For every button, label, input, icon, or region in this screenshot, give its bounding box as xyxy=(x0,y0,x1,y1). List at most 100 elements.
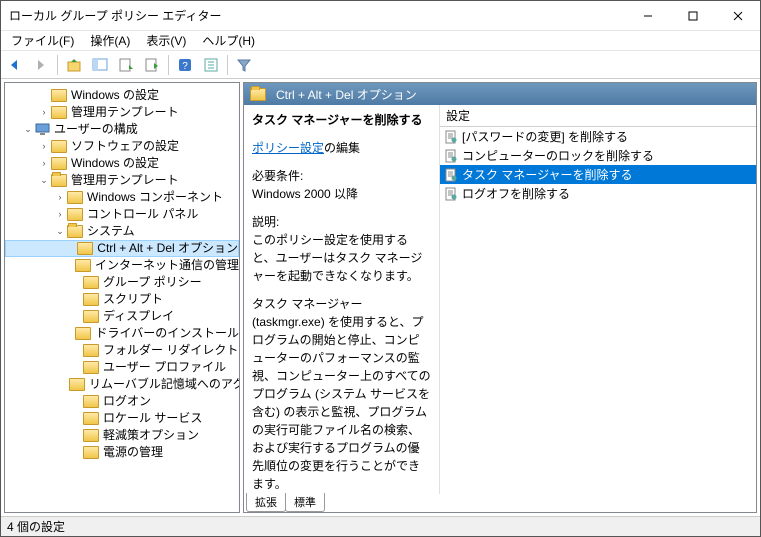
folder-icon xyxy=(83,429,99,442)
settings-row-label: コンピューターのロックを削除する xyxy=(462,147,654,164)
close-button[interactable] xyxy=(715,1,760,30)
policy-icon xyxy=(444,168,458,182)
tree-item-label: ディスプレイ xyxy=(103,308,174,325)
tree-item[interactable]: スクリプト xyxy=(5,291,239,308)
tree-item[interactable]: ›コントロール パネル xyxy=(5,206,239,223)
toolbar: ? xyxy=(1,51,760,79)
description-panel: タスク マネージャーを削除する ポリシー設定の編集 必要条件:Windows 2… xyxy=(244,105,440,494)
tree-item[interactable]: › 管理用テンプレート xyxy=(5,104,239,121)
expand-icon[interactable]: › xyxy=(53,206,67,223)
tree-item-label: Windows の設定 xyxy=(71,87,159,104)
tab-extended[interactable]: 拡張 xyxy=(246,493,286,512)
tree-item[interactable]: インターネット通信の管理 xyxy=(5,257,239,274)
policy-icon xyxy=(444,187,458,201)
tree-item-label: リムーバブル記憶域へのアク xyxy=(89,376,240,393)
toolbar-separator xyxy=(168,55,169,75)
folder-icon xyxy=(83,344,99,357)
selected-policy-title: タスク マネージャーを削除する xyxy=(252,111,431,129)
collapse-icon[interactable]: ⌄ xyxy=(21,121,35,138)
folder-icon xyxy=(83,276,99,289)
show-hide-tree-button[interactable] xyxy=(88,53,112,77)
tree-item[interactable]: グループ ポリシー xyxy=(5,274,239,291)
tree-item[interactable]: ロケール サービス xyxy=(5,410,239,427)
tree-item[interactable]: Ctrl + Alt + Del オプション xyxy=(5,240,239,257)
tree-item[interactable]: ディスプレイ xyxy=(5,308,239,325)
menu-view[interactable]: 表示(V) xyxy=(140,30,192,51)
tree-item[interactable]: ›ソフトウェアの設定 xyxy=(5,138,239,155)
filter-button[interactable] xyxy=(232,53,256,77)
help-button[interactable]: ? xyxy=(173,53,197,77)
settings-row[interactable]: タスク マネージャーを削除する xyxy=(440,165,756,184)
tree-item[interactable]: › Windows の設定 xyxy=(5,155,239,172)
tree-item[interactable]: ドライバーのインストール xyxy=(5,325,239,342)
expand-icon[interactable]: › xyxy=(37,138,51,155)
tree-item[interactable]: 軽減策オプション xyxy=(5,427,239,444)
tree-item-label: フォルダー リダイレクト xyxy=(103,342,238,359)
tree-item-label: 管理用テンプレート xyxy=(71,104,179,121)
tree-item-label: Windows コンポーネント xyxy=(87,189,223,206)
view-tabs: 拡張 標準 xyxy=(244,494,756,512)
minimize-button[interactable] xyxy=(625,1,670,30)
tree-item[interactable]: ユーザー プロファイル xyxy=(5,359,239,376)
tree-item-label: ログオン xyxy=(103,393,151,410)
folder-icon xyxy=(83,412,99,425)
tree-item[interactable]: ⌄管理用テンプレート xyxy=(5,172,239,189)
tree-item[interactable]: リムーバブル記憶域へのアク xyxy=(5,376,239,393)
status-text: 4 個の設定 xyxy=(7,518,65,535)
tree-item-label: Ctrl + Alt + Del オプション xyxy=(97,240,238,257)
settings-column-header[interactable]: 設定 xyxy=(440,105,756,127)
toolbar-separator xyxy=(57,55,58,75)
tree-item[interactable]: ⌄システム xyxy=(5,223,239,240)
settings-row[interactable]: ログオフを削除する xyxy=(440,184,756,203)
tab-standard[interactable]: 標準 xyxy=(285,493,325,512)
details-header: Ctrl + Alt + Del オプション xyxy=(244,83,756,105)
explanation-label: 説明: xyxy=(252,215,279,229)
tree-pane[interactable]: Windows の設定›管理用テンプレート⌄ユーザーの構成›ソフトウェアの設定›… xyxy=(4,82,240,513)
expand-icon[interactable]: › xyxy=(53,189,67,206)
edit-policy-link[interactable]: ポリシー設定 xyxy=(252,141,324,155)
folder-icon xyxy=(51,157,67,170)
tree-item-label: グループ ポリシー xyxy=(103,274,202,291)
settings-row[interactable]: [パスワードの変更] を削除する xyxy=(440,127,756,146)
folder-icon xyxy=(75,259,91,272)
requirements-label: 必要条件: xyxy=(252,169,303,183)
tree-item[interactable]: Windows の設定 xyxy=(5,87,239,104)
back-button[interactable] xyxy=(3,53,27,77)
up-button[interactable] xyxy=(62,53,86,77)
tree-item-label: Windows の設定 xyxy=(71,155,159,172)
settings-row-label: ログオフを削除する xyxy=(462,185,570,202)
tree-item[interactable]: フォルダー リダイレクト xyxy=(5,342,239,359)
tree-item[interactable]: › Windows コンポーネント xyxy=(5,189,239,206)
collapse-icon[interactable]: ⌄ xyxy=(37,172,51,189)
tree-item-label: 軽減策オプション xyxy=(103,427,199,444)
properties-button[interactable] xyxy=(114,53,138,77)
tree-item-label: スクリプト xyxy=(103,291,163,308)
folder-icon xyxy=(67,191,83,204)
tree-item[interactable]: 電源の管理 xyxy=(5,444,239,461)
collapse-icon[interactable]: ⌄ xyxy=(53,223,67,240)
menu-help[interactable]: ヘルプ(H) xyxy=(196,30,261,51)
expand-icon[interactable]: › xyxy=(37,104,51,121)
tree-item[interactable]: ログオン xyxy=(5,393,239,410)
computer-icon xyxy=(35,123,50,136)
window-buttons xyxy=(625,1,760,30)
forward-button[interactable] xyxy=(29,53,53,77)
menu-action[interactable]: 操作(A) xyxy=(84,30,136,51)
folder-icon xyxy=(51,89,67,102)
explanation-p1: このポリシー設定を使用すると、ユーザーはタスク マネージャーを起動できなくなりま… xyxy=(252,233,422,283)
tree-item-label: インターネット通信の管理 xyxy=(95,257,239,274)
folder-icon xyxy=(83,446,99,459)
policy-icon xyxy=(444,149,458,163)
expand-icon[interactable]: › xyxy=(37,155,51,172)
folder-icon xyxy=(83,395,99,408)
tree-item-label: ドライバーのインストール xyxy=(95,325,239,342)
explanation-p2: タスク マネージャー (taskmgr.exe) を使用すると、プログラムの開始… xyxy=(252,295,431,493)
refresh-button[interactable] xyxy=(199,53,223,77)
export-button[interactable] xyxy=(140,53,164,77)
tree-item[interactable]: ⌄ユーザーの構成 xyxy=(5,121,239,138)
folder-open-icon xyxy=(250,88,266,101)
menu-file[interactable]: ファイル(F) xyxy=(5,30,80,51)
tree-item-label: ロケール サービス xyxy=(103,410,202,427)
settings-row[interactable]: コンピューターのロックを削除する xyxy=(440,146,756,165)
maximize-button[interactable] xyxy=(670,1,715,30)
